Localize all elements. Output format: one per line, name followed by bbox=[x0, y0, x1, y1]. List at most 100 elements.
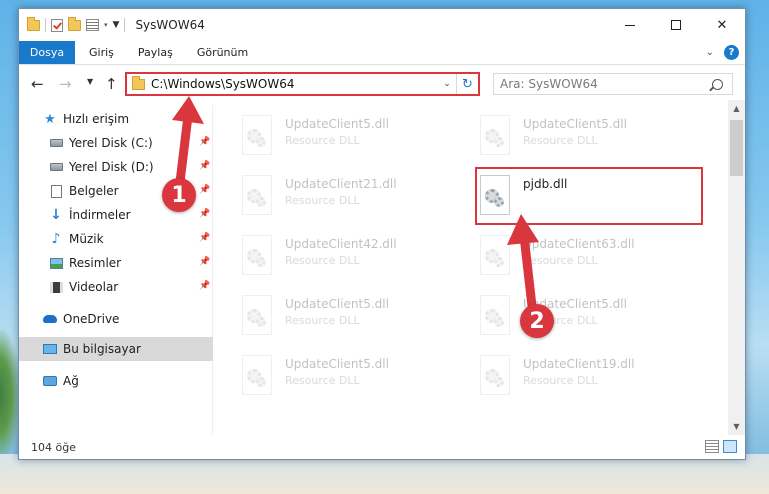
navigation-pane: ★ Hızlı erişim Yerel Disk (C:) 📌 Yerel D… bbox=[19, 105, 213, 435]
file-type: Resource DLL bbox=[523, 374, 598, 387]
address-bar[interactable]: C:\Windows\SysWOW64 ⌄ ↻ bbox=[125, 72, 480, 96]
properties-check-icon[interactable] bbox=[51, 18, 63, 32]
pin-icon[interactable]: 📌 bbox=[199, 233, 210, 243]
sidebar-item-music[interactable]: ♪ Müzik 📌 bbox=[19, 227, 213, 251]
sidebar-item-videos[interactable]: Videolar 📌 bbox=[19, 275, 213, 299]
dll-file-icon bbox=[477, 355, 513, 399]
file-list: UpdateClient5.dll Resource DLL UpdateClie… bbox=[215, 105, 727, 435]
view-options-icon[interactable] bbox=[86, 19, 99, 31]
new-folder-icon[interactable] bbox=[68, 16, 81, 31]
pin-icon[interactable]: 📌 bbox=[199, 137, 210, 147]
dll-file-icon bbox=[239, 235, 275, 279]
step-badge-1: 1 bbox=[162, 178, 196, 212]
details-view-icon[interactable] bbox=[705, 440, 719, 453]
chevron-down-icon[interactable]: ▾ bbox=[104, 21, 108, 29]
file-type: Resource DLL bbox=[523, 134, 598, 147]
file-name: UpdateClient42.dll bbox=[285, 237, 397, 251]
back-arrow-icon[interactable]: ← bbox=[31, 75, 44, 93]
sidebar-item-quick-access[interactable]: ★ Hızlı erişim bbox=[19, 107, 213, 131]
file-type: Resource DLL bbox=[285, 194, 360, 207]
file-type: Resource DLL bbox=[285, 134, 360, 147]
navigation-bar: ← → ▼ ↑ C:\Windows\SysWOW64 ⌄ ↻ Ara: Sys… bbox=[19, 66, 745, 100]
sidebar-item-label: İndirmeler bbox=[69, 208, 131, 222]
file-item[interactable]: UpdateClient42.dll Resource DLL bbox=[239, 231, 459, 283]
tab-file[interactable]: Dosya bbox=[19, 41, 75, 64]
file-item[interactable]: UpdateClient5.dll Resource DLL bbox=[239, 291, 459, 343]
maximize-icon bbox=[671, 20, 681, 30]
address-path[interactable]: C:\Windows\SysWOW64 bbox=[151, 77, 438, 91]
disk-icon bbox=[49, 160, 63, 174]
scroll-down-icon[interactable]: ▼ bbox=[728, 418, 745, 435]
file-name: UpdateClient21.dll bbox=[285, 177, 397, 191]
file-item[interactable]: UpdateClient5.dll Resource DLL bbox=[239, 351, 459, 403]
recent-locations-icon[interactable]: ▼ bbox=[87, 77, 93, 86]
maximize-button[interactable] bbox=[653, 9, 699, 41]
pin-icon[interactable]: 📌 bbox=[199, 257, 210, 267]
sidebar-item-local-disk-d[interactable]: Yerel Disk (D:) 📌 bbox=[19, 155, 213, 179]
close-button[interactable]: ✕ bbox=[699, 9, 745, 41]
file-type: Resource DLL bbox=[523, 254, 598, 267]
help-icon[interactable]: ? bbox=[724, 45, 739, 60]
file-item[interactable]: UpdateClient21.dll Resource DLL bbox=[239, 171, 459, 223]
dll-file-icon bbox=[239, 355, 275, 399]
refresh-icon[interactable]: ↻ bbox=[456, 74, 478, 94]
sidebar-item-label: Videolar bbox=[69, 280, 119, 294]
sidebar-item-label: Yerel Disk (D:) bbox=[69, 160, 154, 174]
tab-share[interactable]: Paylaş bbox=[128, 41, 183, 64]
sidebar-item-network[interactable]: Ağ bbox=[19, 369, 213, 393]
documents-icon bbox=[49, 184, 63, 198]
tiles-view-icon[interactable] bbox=[723, 440, 737, 453]
file-name: UpdateClient19.dll bbox=[523, 357, 635, 371]
file-item[interactable]: UpdateClient5.dll Resource DLL bbox=[477, 111, 697, 163]
pin-icon[interactable]: 📌 bbox=[199, 161, 210, 171]
sidebar-item-local-disk-c[interactable]: Yerel Disk (C:) 📌 bbox=[19, 131, 213, 155]
file-item[interactable]: UpdateClient5.dll Resource DLL bbox=[239, 111, 459, 163]
sidebar-item-label: Bu bilgisayar bbox=[63, 342, 141, 356]
vertical-scrollbar[interactable]: ▲ ▼ bbox=[728, 100, 745, 435]
quick-access-toolbar: ▾ ▼ bbox=[19, 16, 126, 32]
music-icon: ♪ bbox=[51, 231, 61, 247]
star-icon: ★ bbox=[44, 111, 56, 127]
dll-file-icon bbox=[239, 115, 275, 159]
chevron-down-icon[interactable]: ⌄ bbox=[438, 79, 456, 89]
expand-ribbon-icon[interactable]: ⌄ bbox=[706, 47, 714, 58]
step-badge-2: 2 bbox=[520, 304, 554, 338]
sidebar-item-onedrive[interactable]: OneDrive bbox=[19, 307, 213, 331]
pin-icon[interactable]: 📌 bbox=[199, 209, 210, 219]
pin-icon[interactable]: 📌 bbox=[199, 185, 210, 195]
search-icon[interactable] bbox=[712, 78, 723, 90]
close-icon: ✕ bbox=[716, 17, 728, 33]
search-input[interactable]: Ara: SysWOW64 bbox=[493, 73, 733, 95]
up-arrow-icon[interactable]: ↑ bbox=[105, 75, 118, 93]
file-type: Resource DLL bbox=[285, 374, 360, 387]
cloud-icon bbox=[43, 312, 57, 326]
file-name: UpdateClient63.dll bbox=[523, 237, 635, 251]
videos-icon bbox=[49, 280, 63, 294]
file-name: UpdateClient5.dll bbox=[285, 117, 389, 131]
file-item[interactable]: UpdateClient5.dll Resource DLL bbox=[477, 291, 697, 343]
file-name: UpdateClient5.dll bbox=[285, 357, 389, 371]
ribbon-controls: ⌄ ? bbox=[706, 45, 739, 60]
customize-toolbar-icon[interactable]: ▼ bbox=[113, 20, 120, 30]
sidebar-item-label: OneDrive bbox=[63, 312, 120, 326]
dll-file-icon bbox=[239, 295, 275, 339]
dll-file-icon bbox=[477, 115, 513, 159]
tab-view[interactable]: Görünüm bbox=[187, 41, 258, 64]
file-name: UpdateClient5.dll bbox=[285, 297, 389, 311]
dll-file-icon bbox=[477, 295, 513, 339]
minimize-button[interactable] bbox=[607, 9, 653, 41]
forward-arrow-icon[interactable]: → bbox=[59, 75, 72, 93]
folder-icon bbox=[132, 75, 145, 90]
sidebar-item-pictures[interactable]: Resimler 📌 bbox=[19, 251, 213, 275]
scrollbar-thumb[interactable] bbox=[730, 120, 743, 176]
ribbon-tabs: Dosya Giriş Paylaş Görünüm ⌄ ? bbox=[19, 41, 745, 65]
scroll-up-icon[interactable]: ▲ bbox=[728, 100, 745, 117]
pin-icon[interactable]: 📌 bbox=[199, 281, 210, 291]
file-item[interactable]: UpdateClient19.dll Resource DLL bbox=[477, 351, 697, 403]
file-type: Resource DLL bbox=[285, 314, 360, 327]
sidebar-item-label: Müzik bbox=[69, 232, 104, 246]
file-item[interactable]: UpdateClient63.dll Resource DLL bbox=[477, 231, 697, 283]
tab-home[interactable]: Giriş bbox=[79, 41, 124, 64]
item-count: 104 öğe bbox=[31, 440, 76, 454]
sidebar-item-this-pc[interactable]: Bu bilgisayar bbox=[19, 337, 213, 361]
